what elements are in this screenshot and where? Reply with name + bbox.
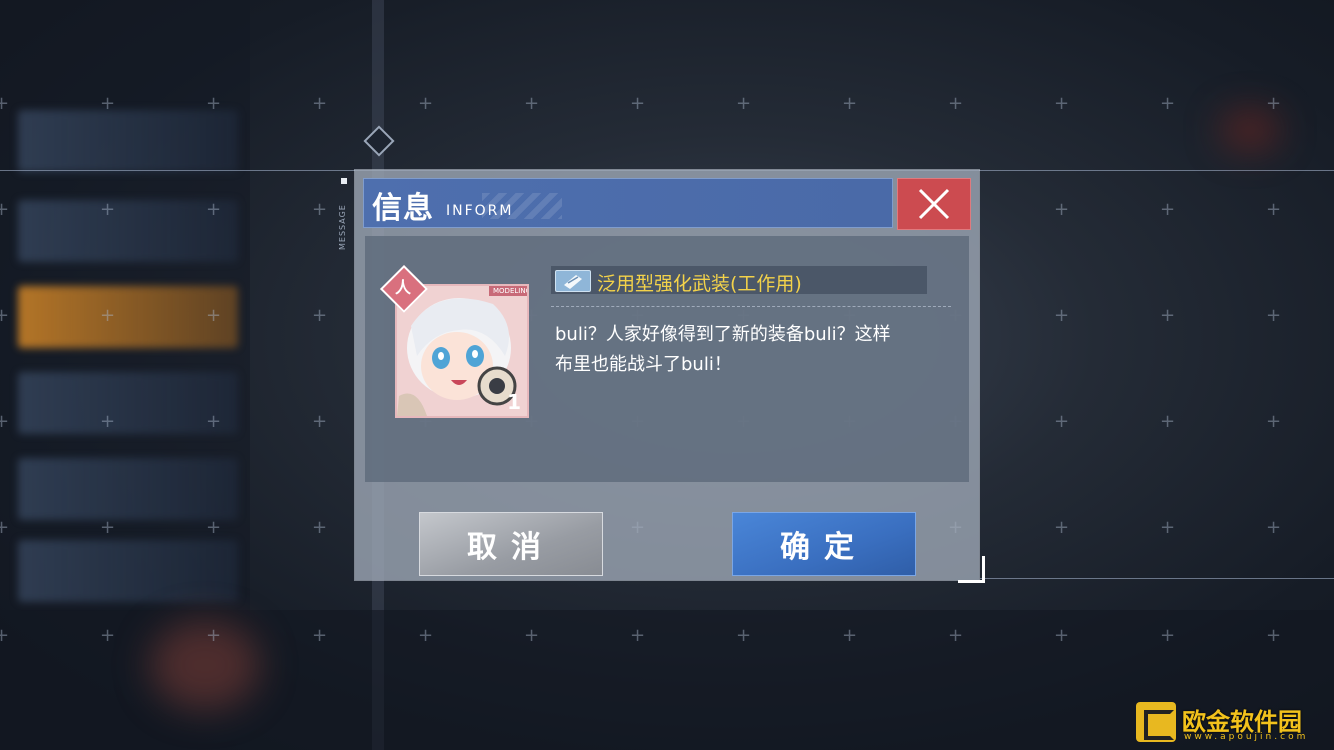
grid-plus-icon: + bbox=[1054, 411, 1070, 432]
grid-plus-icon: + bbox=[1266, 199, 1282, 220]
grid-plus-icon: + bbox=[1266, 625, 1282, 646]
watermark: 欧金软件园 www.apoujin.com bbox=[1136, 702, 1328, 746]
grid-plus-icon: + bbox=[524, 625, 540, 646]
dialog-message: buli？人家好像得到了新的装备buli？这样 布里也能战斗了buli！ bbox=[555, 320, 945, 380]
side-label: MESSAGE bbox=[338, 204, 347, 250]
grid-plus-icon: + bbox=[312, 305, 328, 326]
grid-plus-icon: + bbox=[736, 625, 752, 646]
dialog-corner-marker bbox=[958, 556, 985, 583]
equipment-icon bbox=[555, 270, 591, 292]
grid-plus-icon: + bbox=[100, 625, 116, 646]
grid-plus-icon: + bbox=[418, 625, 434, 646]
grid-plus-icon: + bbox=[312, 625, 328, 646]
grid-plus-icon: + bbox=[312, 199, 328, 220]
dialog-title-bar: 信息 INFORM bbox=[363, 178, 893, 228]
grid-plus-icon: + bbox=[0, 199, 10, 220]
item-name: 泛用型强化武装(工作用) bbox=[597, 273, 802, 295]
grid-plus-icon: + bbox=[206, 93, 222, 114]
grid-plus-icon: + bbox=[1266, 411, 1282, 432]
watermark-url: www.apoujin.com bbox=[1184, 732, 1309, 742]
grid-plus-icon: + bbox=[206, 625, 222, 646]
grid-plus-icon: + bbox=[1160, 305, 1176, 326]
grid-plus-icon: + bbox=[100, 199, 116, 220]
grid-plus-icon: + bbox=[418, 93, 434, 114]
grid-plus-icon: + bbox=[1160, 517, 1176, 538]
grid-plus-icon: + bbox=[1160, 93, 1176, 114]
grid-plus-icon: + bbox=[0, 93, 10, 114]
grid-plus-icon: + bbox=[206, 517, 222, 538]
grid-plus-icon: + bbox=[100, 305, 116, 326]
grid-plus-icon: + bbox=[0, 305, 10, 326]
dialog-title: 信息 bbox=[372, 191, 434, 226]
close-button[interactable] bbox=[897, 178, 971, 230]
watermark-logo-icon bbox=[1136, 702, 1176, 742]
grid-plus-icon: + bbox=[206, 199, 222, 220]
grid-plus-icon: + bbox=[100, 517, 116, 538]
avatar-count: 1 bbox=[507, 390, 521, 414]
grid-plus-icon: + bbox=[736, 93, 752, 114]
message-line: buli？人家好像得到了新的装备buli？这样 bbox=[555, 324, 891, 345]
grid-plus-icon: + bbox=[312, 93, 328, 114]
grid-plus-icon: + bbox=[312, 411, 328, 432]
grid-plus-icon: + bbox=[1160, 625, 1176, 646]
grid-plus-icon: + bbox=[842, 625, 858, 646]
grid-plus-icon: + bbox=[948, 625, 964, 646]
grid-plus-icon: + bbox=[0, 517, 10, 538]
grid-plus-icon: + bbox=[312, 517, 328, 538]
grid-plus-icon: + bbox=[1054, 305, 1070, 326]
grid-plus-icon: + bbox=[948, 93, 964, 114]
grid-plus-icon: + bbox=[1266, 517, 1282, 538]
grid-plus-icon: + bbox=[0, 411, 10, 432]
item-row: 泛用型强化武装(工作用) bbox=[551, 266, 927, 295]
grid-plus-icon: + bbox=[1054, 517, 1070, 538]
cancel-button[interactable]: 取消 bbox=[419, 512, 603, 576]
content-divider bbox=[551, 306, 951, 307]
grid-plus-icon: + bbox=[0, 625, 10, 646]
grid-plus-icon: + bbox=[630, 625, 646, 646]
grid-plus-icon: + bbox=[1054, 93, 1070, 114]
grid-plus-icon: + bbox=[206, 411, 222, 432]
grid-plus-icon: + bbox=[1054, 625, 1070, 646]
grid-plus-icon: + bbox=[524, 93, 540, 114]
grid-plus-icon: + bbox=[100, 411, 116, 432]
grid-plus-icon: + bbox=[1266, 305, 1282, 326]
message-line: 布里也能战斗了buli！ bbox=[555, 354, 732, 375]
message-marker bbox=[341, 178, 347, 184]
confirm-button[interactable]: 确定 bbox=[732, 512, 916, 576]
dialog-title-en: INFORM bbox=[446, 203, 514, 219]
inform-dialog: 信息 INFORM MODELING 1 人 泛用型强化武装(工作用) buli… bbox=[355, 170, 979, 580]
grid-plus-icon: + bbox=[1160, 411, 1176, 432]
close-icon bbox=[918, 188, 950, 220]
dialog-content: MODELING 1 人 泛用型强化武装(工作用) buli？人家好像得到了新的… bbox=[365, 236, 969, 482]
grid-plus-icon: + bbox=[630, 93, 646, 114]
character-avatar: MODELING 1 bbox=[395, 284, 529, 418]
rank-badge-label: 人 bbox=[395, 278, 412, 297]
grid-plus-icon: + bbox=[206, 305, 222, 326]
avatar-tag: MODELING bbox=[489, 286, 527, 296]
grid-plus-icon: + bbox=[1266, 93, 1282, 114]
grid-plus-icon: + bbox=[1160, 199, 1176, 220]
grid-plus-icon: + bbox=[842, 93, 858, 114]
grid-plus-icon: + bbox=[100, 93, 116, 114]
grid-plus-icon: + bbox=[1054, 199, 1070, 220]
